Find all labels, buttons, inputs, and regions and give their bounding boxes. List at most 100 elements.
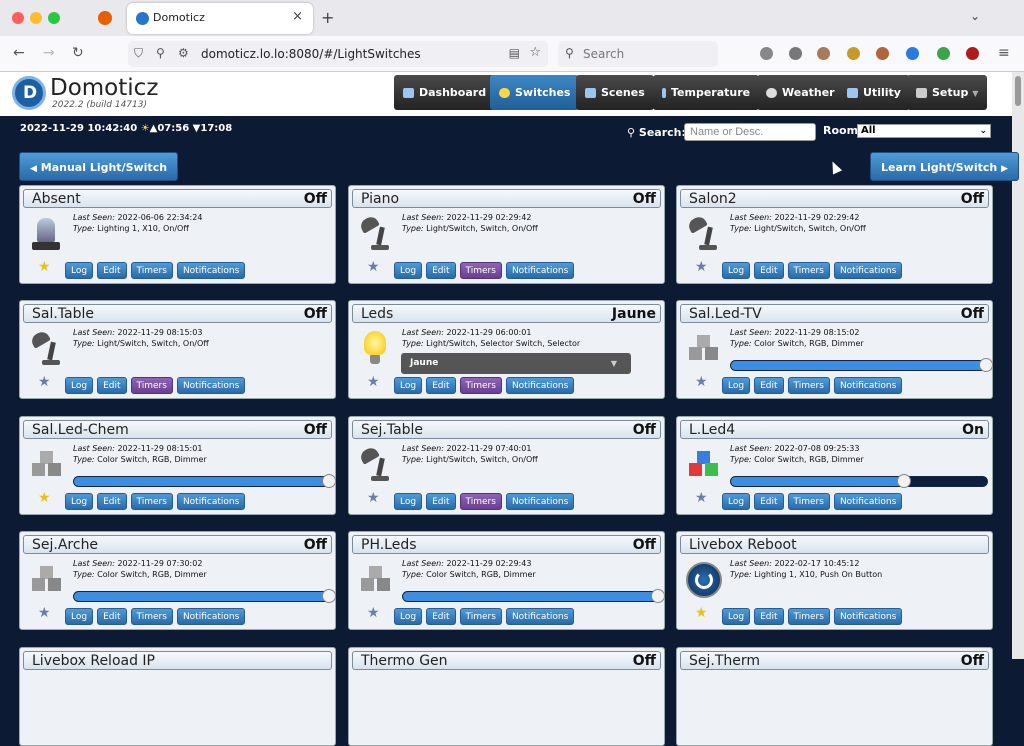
shield-icon[interactable]: ⛉: [134, 46, 143, 61]
dimmer-slider[interactable]: [73, 591, 331, 602]
notifications-button[interactable]: Notifications: [505, 262, 575, 279]
edit-button[interactable]: Edit: [754, 493, 784, 510]
device-status[interactable]: Off: [961, 191, 984, 207]
nav-switches[interactable]: Switches: [490, 75, 580, 110]
edit-button[interactable]: Edit: [426, 262, 456, 279]
minimize-window-button[interactable]: [30, 12, 42, 24]
rgb-cubes-icon[interactable]: [29, 562, 63, 598]
device-status[interactable]: Off: [961, 306, 984, 322]
permissions-icon[interactable]: ⚲: [156, 46, 165, 60]
log-button[interactable]: Log: [65, 377, 94, 394]
notifications-button[interactable]: Notifications: [833, 377, 903, 394]
edit-button[interactable]: Edit: [97, 377, 127, 394]
favorite-star-icon[interactable]: ★: [695, 606, 708, 620]
timers-button[interactable]: Timers: [130, 608, 173, 625]
notifications-button[interactable]: Notifications: [176, 608, 246, 625]
device-status[interactable]: On: [962, 422, 984, 438]
ublock-icon[interactable]: [966, 47, 979, 60]
url-bar[interactable]: ⛉ ⚲ ⚙ domoticz.lo.lo:8080/#/LightSwitche…: [128, 41, 548, 67]
favorite-star-icon[interactable]: ★: [695, 260, 708, 274]
device-search-input[interactable]: [684, 123, 816, 141]
dimmer-slider-handle[interactable]: [979, 358, 993, 372]
chevron-down-icon[interactable]: ⌄: [970, 9, 980, 23]
log-button[interactable]: Log: [722, 377, 751, 394]
settings-icon[interactable]: ⚙: [178, 46, 189, 60]
bulb-icon[interactable]: [358, 331, 392, 367]
log-button[interactable]: Log: [65, 493, 94, 510]
notifications-button[interactable]: Notifications: [176, 493, 246, 510]
nav-dashboard[interactable]: Dashboard: [394, 75, 496, 110]
close-window-button[interactable]: [12, 12, 24, 24]
nav-temperature[interactable]: Temperature: [653, 75, 760, 110]
arrow-extension-icon[interactable]: [906, 47, 919, 60]
reload-icon[interactable]: ↻: [72, 45, 84, 61]
lamp-icon[interactable]: [358, 214, 392, 252]
log-button[interactable]: Log: [722, 493, 751, 510]
device-status[interactable]: Off: [304, 537, 327, 553]
dimmer-slider-handle[interactable]: [651, 589, 665, 603]
timers-button[interactable]: Timers: [459, 608, 502, 625]
log-button[interactable]: Log: [65, 262, 94, 279]
rgb-cubes-icon[interactable]: [686, 447, 720, 483]
timers-button[interactable]: Timers: [787, 377, 830, 394]
device-status[interactable]: Off: [304, 306, 327, 322]
dimmer-slider[interactable]: [73, 476, 331, 487]
nav-setup[interactable]: Setup ▼: [907, 75, 988, 110]
favorite-star-icon[interactable]: ★: [367, 491, 380, 505]
log-button[interactable]: Log: [722, 262, 751, 279]
favorite-star-icon[interactable]: ★: [38, 260, 51, 274]
dimmer-slider-handle[interactable]: [322, 589, 336, 603]
timers-button[interactable]: Timers: [459, 262, 502, 279]
green-extension-icon[interactable]: [937, 47, 950, 60]
log-button[interactable]: Log: [722, 608, 751, 625]
favorite-star-icon[interactable]: ★: [38, 606, 51, 620]
notifications-button[interactable]: Notifications: [833, 608, 903, 625]
favorite-star-icon[interactable]: ★: [38, 491, 51, 505]
push-button-icon[interactable]: [686, 562, 722, 598]
edit-button[interactable]: Edit: [754, 262, 784, 279]
log-button[interactable]: Log: [394, 608, 423, 625]
edit-button[interactable]: Edit: [426, 608, 456, 625]
log-button[interactable]: Log: [65, 608, 94, 625]
menu-icon[interactable]: ≡: [998, 45, 1010, 61]
timers-button[interactable]: Timers: [130, 262, 173, 279]
log-button[interactable]: Log: [394, 493, 423, 510]
nav-weather[interactable]: Weather: [757, 75, 844, 110]
siren-icon[interactable]: [29, 216, 63, 252]
notifications-button[interactable]: Notifications: [833, 262, 903, 279]
selector-dropdown[interactable]: Jaune ▼: [401, 353, 631, 374]
favorite-star-icon[interactable]: ★: [695, 491, 708, 505]
edit-button[interactable]: Edit: [426, 377, 456, 394]
browser-search-box[interactable]: ⚲ Search: [558, 41, 718, 67]
device-status[interactable]: Jaune: [612, 306, 656, 322]
notifications-button[interactable]: Notifications: [833, 493, 903, 510]
device-status[interactable]: Off: [633, 537, 656, 553]
edit-button[interactable]: Edit: [97, 493, 127, 510]
rgb-cubes-icon[interactable]: [29, 447, 63, 483]
avatar-icon[interactable]: [817, 47, 830, 60]
zoom-window-button[interactable]: [48, 12, 60, 24]
rgb-cubes-icon[interactable]: [358, 562, 392, 598]
device-status[interactable]: Off: [633, 191, 656, 207]
favorite-star-icon[interactable]: ★: [367, 375, 380, 389]
device-status[interactable]: Off: [633, 653, 656, 669]
favorite-star-icon[interactable]: ★: [367, 260, 380, 274]
nav-scenes[interactable]: Scenes: [576, 75, 654, 110]
dimmer-slider-handle[interactable]: [897, 474, 911, 488]
back-icon[interactable]: ←: [13, 45, 25, 61]
notifications-button[interactable]: Notifications: [505, 493, 575, 510]
device-status[interactable]: Off: [633, 422, 656, 438]
rgb-cubes-icon[interactable]: [686, 331, 720, 367]
notifications-button[interactable]: Notifications: [176, 377, 246, 394]
timers-button[interactable]: Timers: [459, 377, 502, 394]
edit-button[interactable]: Edit: [426, 493, 456, 510]
notifications-button[interactable]: Notifications: [505, 377, 575, 394]
bookmark-star-icon[interactable]: ☆: [529, 45, 541, 60]
forward-icon[interactable]: →: [43, 45, 55, 61]
notifications-button[interactable]: Notifications: [176, 262, 246, 279]
timers-button[interactable]: Timers: [787, 493, 830, 510]
edit-button[interactable]: Edit: [97, 262, 127, 279]
room-select[interactable]: All ⌄: [857, 124, 991, 138]
favorite-star-icon[interactable]: ★: [367, 606, 380, 620]
browser-tab[interactable]: Domoticz ×: [127, 3, 313, 34]
